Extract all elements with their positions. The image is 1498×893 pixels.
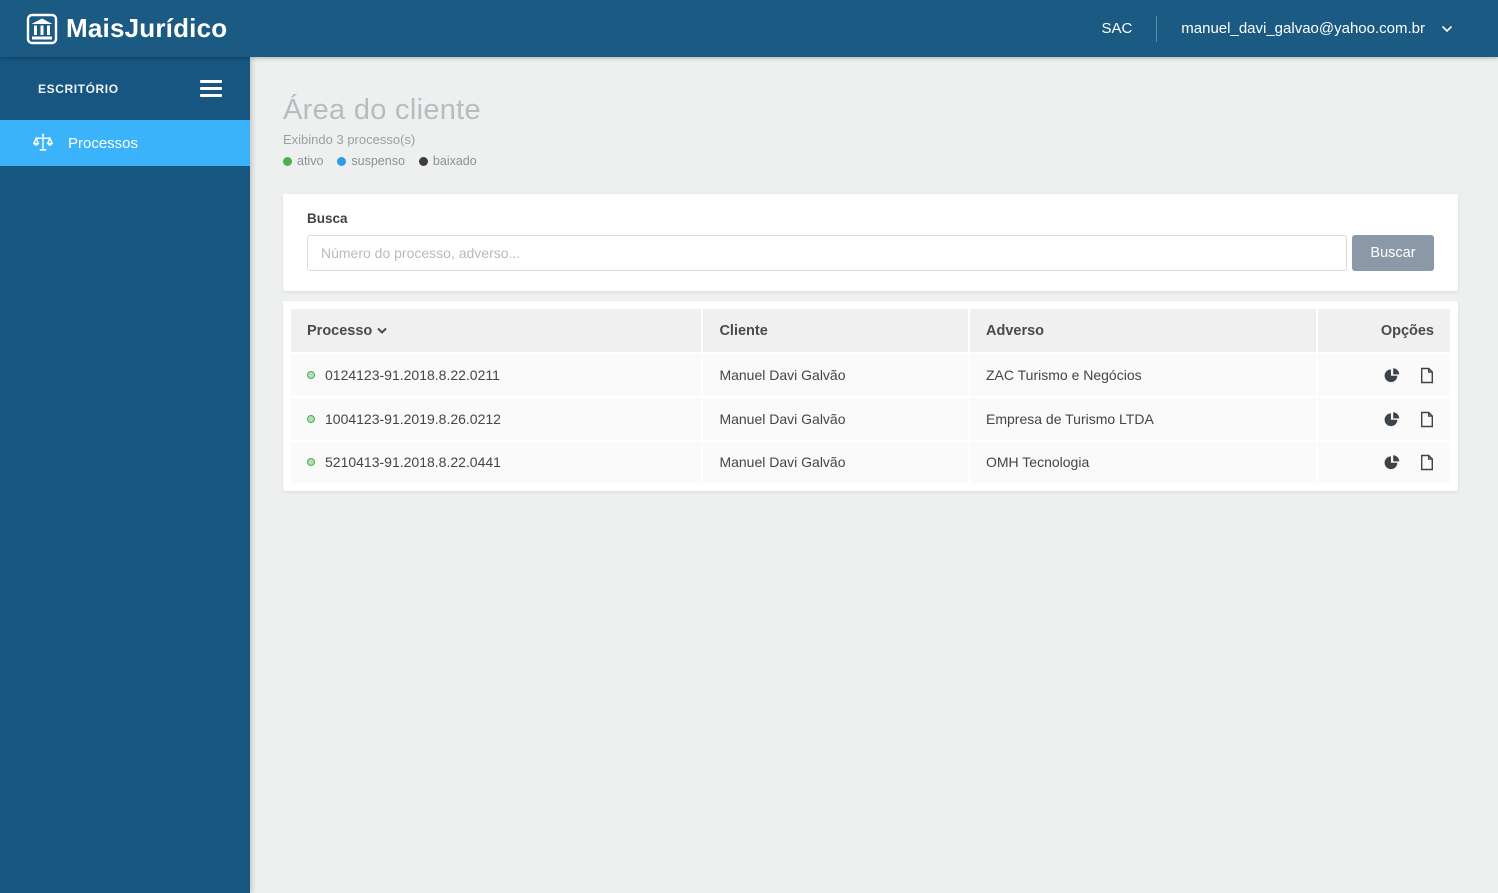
- scales-icon: [32, 132, 54, 154]
- brand-name: MaisJurídico: [66, 13, 228, 43]
- main-content: Área do cliente Exibindo 3 processo(s) a…: [250, 57, 1498, 893]
- client-name: Manuel Davi Galvão: [702, 395, 970, 441]
- process-number: 0124123-91.2018.8.22.0211: [325, 366, 500, 383]
- adverse-party: Empresa de Turismo LTDA: [969, 395, 1318, 441]
- status-legend: ativo suspenso baixado: [283, 154, 1458, 168]
- app-window: MaisJurídico SAC manuel_davi_galvao@yaho…: [0, 0, 1498, 893]
- status-dot: [307, 458, 315, 467]
- table-body: 0124123-91.2018.8.22.0211 Manuel Davi Ga…: [291, 352, 1450, 484]
- status-dot: [307, 414, 315, 423]
- topbar: MaisJurídico SAC manuel_davi_galvao@yaho…: [0, 0, 1498, 57]
- search-card: Busca Buscar: [283, 194, 1458, 291]
- chevron-down-icon: [1441, 25, 1453, 33]
- legend-item-suspenso: suspenso: [337, 154, 405, 168]
- column-header-opcoes: Opções: [1316, 309, 1450, 353]
- table-header-row: Processo Cliente Adverso Opções: [291, 309, 1450, 353]
- column-header-processo[interactable]: Processo: [291, 309, 704, 353]
- sort-chevron-icon: [377, 322, 388, 338]
- adverse-party: ZAC Turismo e Negócios: [969, 352, 1318, 397]
- sidebar-item-processos[interactable]: Processos: [0, 120, 250, 166]
- client-name: Manuel Davi Galvão: [702, 352, 970, 397]
- document-icon[interactable]: [1420, 411, 1434, 428]
- sac-link[interactable]: SAC: [1101, 20, 1132, 37]
- search-button[interactable]: Buscar: [1352, 235, 1434, 271]
- column-header-adverso: Adverso: [969, 309, 1318, 353]
- table-row: 1004123-91.2019.8.26.0212 Manuel Davi Ga…: [291, 395, 1450, 441]
- pie-chart-icon[interactable]: [1383, 411, 1400, 428]
- hamburger-icon[interactable]: [200, 77, 222, 100]
- status-dot: [307, 370, 315, 379]
- sidebar-item-label: Processos: [68, 134, 139, 152]
- sidebar-section-label: ESCRITÓRIO: [38, 81, 119, 96]
- bank-icon: [26, 13, 58, 45]
- table-row: 5210413-91.2018.8.22.0441 Manuel Davi Ga…: [291, 439, 1450, 484]
- table-row: 0124123-91.2018.8.22.0211 Manuel Davi Ga…: [291, 352, 1450, 397]
- topbar-nav: SAC manuel_davi_galvao@yahoo.com.br: [1101, 15, 1453, 42]
- brand-logo[interactable]: MaisJurídico: [26, 13, 227, 45]
- sidebar-header: ESCRITÓRIO: [0, 57, 250, 120]
- search-label: Busca: [307, 211, 348, 226]
- search-row: Buscar: [307, 235, 1434, 271]
- legend-item-baixado: baixado: [418, 154, 477, 168]
- processes-table: Processo Cliente Adverso Opções 0124123-…: [291, 309, 1450, 484]
- pie-chart-icon[interactable]: [1383, 454, 1400, 471]
- user-email: manuel_davi_galvao@yahoo.com.br: [1181, 20, 1425, 37]
- document-icon[interactable]: [1420, 367, 1434, 384]
- processes-table-card: Processo Cliente Adverso Opções 0124123-…: [283, 301, 1458, 492]
- page-title: Área do cliente: [283, 94, 481, 126]
- legend-item-ativo: ativo: [283, 154, 323, 168]
- legend-dot: [283, 156, 292, 166]
- user-menu[interactable]: manuel_davi_galvao@yahoo.com.br: [1181, 20, 1453, 37]
- document-icon[interactable]: [1420, 454, 1434, 471]
- pie-chart-icon[interactable]: [1383, 367, 1400, 384]
- topbar-divider: [1156, 15, 1158, 42]
- legend-dot: [418, 156, 428, 166]
- column-header-cliente: Cliente: [702, 309, 970, 353]
- legend-dot: [337, 156, 347, 166]
- process-number: 5210413-91.2018.8.22.0441: [325, 454, 501, 471]
- page-subtitle: Exibindo 3 processo(s): [283, 132, 416, 147]
- adverse-party: OMH Tecnologia: [969, 439, 1318, 484]
- search-input[interactable]: [307, 235, 1347, 271]
- client-name: Manuel Davi Galvão: [702, 439, 970, 484]
- process-number: 1004123-91.2019.8.26.0212: [325, 410, 501, 427]
- sidebar: ESCRITÓRIO Processos: [0, 57, 250, 893]
